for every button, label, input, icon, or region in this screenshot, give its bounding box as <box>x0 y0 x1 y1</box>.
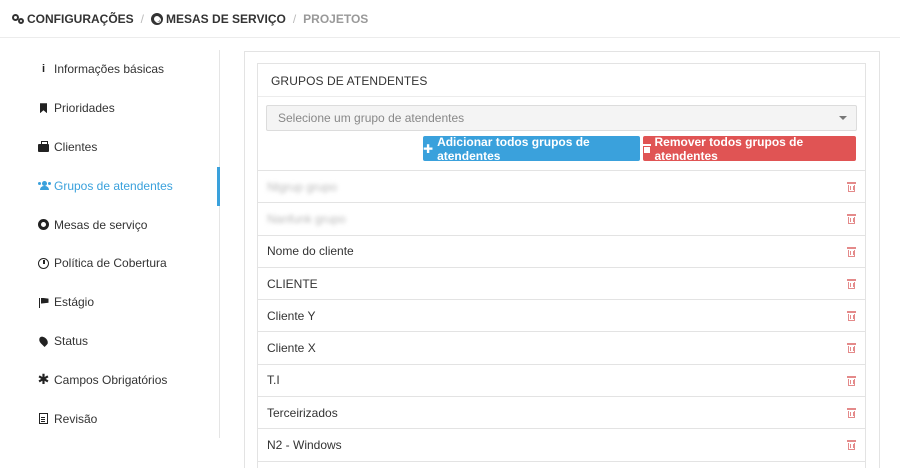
attendant-group-list: Ntgrup grupo Nanfunk grupo Nome do clien… <box>258 170 865 468</box>
sidebar-item-clientes[interactable]: Clientes <box>0 128 219 167</box>
group-name: Terceirizados <box>267 405 338 420</box>
trash-icon[interactable] <box>847 375 856 386</box>
breadcrumb: CONFIGURAÇÕES / MESAS DE SERVIÇO / PROJE… <box>0 0 900 38</box>
breadcrumb-label: PROJETOS <box>303 11 369 26</box>
sidebar-active-indicator <box>217 167 220 206</box>
trash-icon[interactable] <box>847 182 856 192</box>
list-item: Terceirizados <box>258 396 865 428</box>
breadcrumb-item-projetos: PROJETOS <box>303 12 368 26</box>
sidebar-item-label: Prioridades <box>54 101 115 116</box>
bookmark-icon <box>38 103 49 114</box>
clock-icon <box>38 257 49 269</box>
trash-icon[interactable] <box>847 440 856 451</box>
sidebar-item-politica-de-cobertura[interactable]: Política de Cobertura <box>0 244 219 283</box>
group-name: Cliente X <box>267 341 316 356</box>
trash-icon[interactable] <box>847 214 856 225</box>
group-name: CLIENTE <box>267 276 318 291</box>
remove-all-groups-button[interactable]: Remover todos grupos de atendentes <box>643 134 856 163</box>
map-marker-icon <box>37 334 50 347</box>
sidebar-item-estagio[interactable]: Estágio <box>0 283 219 322</box>
sidebar-item-label: Clientes <box>54 139 98 154</box>
group-name: Nanfunk grupo <box>267 211 346 226</box>
cogs-icon <box>12 13 24 25</box>
panel-divider <box>258 96 865 97</box>
list-item: Ntgrup grupo <box>258 170 865 202</box>
trash-icon <box>643 144 651 153</box>
sidebar: i Informações básicas Prioridades Client… <box>0 50 220 438</box>
group-name: Cliente Y <box>267 308 316 323</box>
document-icon <box>38 413 49 425</box>
list-item: Cliente X <box>258 331 865 363</box>
sidebar-item-label: Status <box>54 333 89 348</box>
asterisk-icon: ✱ <box>37 371 50 388</box>
trash-icon[interactable] <box>847 278 856 289</box>
sidebar-item-label: Grupos de atendentes <box>54 178 173 193</box>
sidebar-item-status[interactable]: Status <box>0 322 219 361</box>
group-name: Nome do cliente <box>267 244 354 259</box>
sidebar-item-label: Política de Cobertura <box>54 256 167 271</box>
list-item: Nome do cliente <box>258 234 865 267</box>
lifebuoy-icon <box>151 12 164 25</box>
sidebar-item-label: Mesas de serviço <box>54 217 148 232</box>
sidebar-item-label: Informações básicas <box>54 62 165 77</box>
group-name: T.I <box>267 373 280 388</box>
trash-icon[interactable] <box>847 343 856 354</box>
list-item: T.I <box>258 363 865 396</box>
sidebar-item-label: Campos Obrigatórios <box>54 372 168 387</box>
group-name: Ntgrup grupo <box>267 179 338 194</box>
list-item <box>258 460 865 468</box>
list-item: Cliente Y <box>258 299 865 331</box>
trash-icon[interactable] <box>847 311 856 322</box>
plus-icon: ✚ <box>423 141 434 156</box>
group-name: N2 - Windows <box>267 438 342 453</box>
sidebar-item-informacoes-basicas[interactable]: i Informações básicas <box>0 50 219 89</box>
briefcase-icon <box>38 140 49 152</box>
sidebar-item-grupos-de-atendentes[interactable]: Grupos de atendentes <box>0 166 219 205</box>
trash-icon[interactable] <box>847 246 856 257</box>
breadcrumb-item-configuracoes[interactable]: CONFIGURAÇÕES <box>12 12 134 26</box>
select-placeholder: Selecione um grupo de atendentes <box>278 111 465 125</box>
flag-icon <box>38 297 49 308</box>
sidebar-item-label: Revisão <box>54 411 98 426</box>
remove-all-groups-label: Remover todos grupos de atendentes <box>654 134 804 163</box>
attendant-group-select[interactable]: Selecione um grupo de atendentes <box>266 105 857 131</box>
lifebuoy-icon <box>38 219 49 231</box>
breadcrumb-label: MESAS DE SERVIÇO <box>166 11 286 26</box>
sidebar-item-campos-obrigatorios[interactable]: ✱ Campos Obrigatórios <box>0 360 219 399</box>
add-all-groups-label: Adicionar todos grupos de atendentes <box>437 134 590 163</box>
breadcrumb-label: CONFIGURAÇÕES <box>27 11 134 26</box>
sidebar-item-mesas-de-servico[interactable]: Mesas de serviço <box>0 205 219 244</box>
trash-icon[interactable] <box>847 408 856 419</box>
users-icon <box>38 180 51 191</box>
panel-title: GRUPOS DE ATENDENTES <box>271 74 428 88</box>
info-icon: i <box>41 63 46 76</box>
sidebar-item-prioridades[interactable]: Prioridades <box>0 89 219 128</box>
list-item: CLIENTE <box>258 266 865 299</box>
add-all-groups-button[interactable]: ✚ Adicionar todos grupos de atendentes <box>423 134 640 163</box>
breadcrumb-separator: / <box>292 11 297 26</box>
sidebar-item-revisao[interactable]: Revisão <box>0 399 219 438</box>
list-item: N2 - Windows <box>258 428 865 460</box>
breadcrumb-separator: / <box>140 11 145 26</box>
sidebar-item-label: Estágio <box>54 295 95 310</box>
caret-down-icon <box>839 116 847 120</box>
list-item: Nanfunk grupo <box>258 202 865 234</box>
breadcrumb-item-mesas-de-servico[interactable]: MESAS DE SERVIÇO <box>151 12 286 26</box>
